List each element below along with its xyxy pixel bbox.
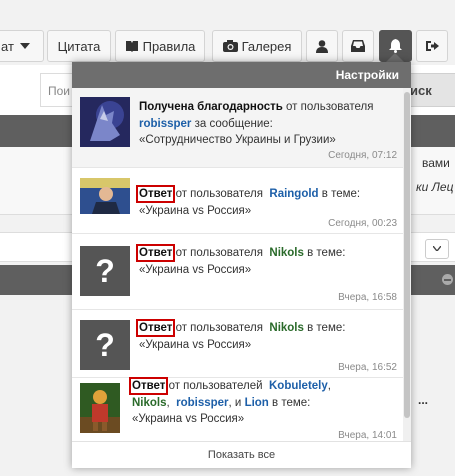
notification-title[interactable]: Получена благодарность bbox=[139, 101, 283, 113]
notification-text: Получена благодарность от пользователя r… bbox=[139, 99, 395, 149]
notification-suffix: в теме: bbox=[307, 322, 346, 334]
separator: , bbox=[166, 396, 170, 409]
collapse-icon[interactable] bbox=[442, 274, 453, 285]
user-link[interactable]: Nikols bbox=[269, 247, 304, 259]
gallery-label: Галерея bbox=[241, 38, 292, 54]
search-placeholder: Пои bbox=[48, 84, 71, 98]
avatar[interactable] bbox=[80, 178, 130, 214]
user-link[interactable]: Raingold bbox=[269, 188, 318, 200]
notification-suffix: за сообщение: bbox=[194, 117, 273, 130]
search-button[interactable]: иск bbox=[405, 73, 455, 107]
topic-link[interactable]: «Украина vs Россия» bbox=[139, 264, 251, 276]
camera-icon bbox=[222, 40, 238, 52]
ellipsis: ... bbox=[418, 393, 429, 407]
scrollbar-thumb[interactable] bbox=[404, 92, 410, 418]
sign-out-icon bbox=[425, 41, 439, 51]
timestamp: Вчера, 14:01 bbox=[338, 430, 397, 441]
gallery-button[interactable]: Галерея bbox=[212, 30, 302, 62]
notification-prefix: от пользователя bbox=[172, 188, 263, 200]
popup-scrollbar[interactable] bbox=[403, 88, 411, 442]
notification-text: Ответ от пользователя Nikols в теме: «Ук… bbox=[135, 244, 395, 278]
notification-item[interactable]: ? Ответ от пользователя Nikols в теме: «… bbox=[72, 310, 403, 378]
notification-title[interactable]: Ответ bbox=[135, 244, 176, 262]
popup-header: Настройки bbox=[72, 62, 411, 88]
user-link[interactable]: robissper bbox=[176, 397, 228, 409]
format-label: ат bbox=[1, 38, 14, 54]
user-link[interactable]: robissper bbox=[139, 118, 191, 130]
game-character-avatar-image bbox=[80, 383, 120, 433]
format-dropdown-button[interactable]: ат bbox=[0, 30, 44, 62]
topic-link[interactable]: «Сотрудничество Украины и Грузии» bbox=[139, 134, 336, 146]
profile-button[interactable] bbox=[306, 30, 338, 62]
timestamp: Вчера, 16:52 bbox=[338, 362, 397, 373]
topic-link[interactable]: «Украина vs Россия» bbox=[132, 413, 244, 425]
wolf-avatar-image bbox=[80, 97, 130, 147]
user-link[interactable]: Nikols bbox=[269, 322, 304, 334]
notification-text: Ответ от пользователя Nikols в теме: «Ук… bbox=[135, 319, 395, 353]
notification-item[interactable]: ? Ответ от пользователя Nikols в теме: «… bbox=[72, 234, 403, 310]
notifications-popup: Настройки Получена благодарность от поль… bbox=[72, 62, 411, 468]
notification-prefix: от пользователя bbox=[172, 322, 263, 334]
topic-link[interactable]: «Украина vs Россия» bbox=[139, 205, 251, 217]
inbox-icon bbox=[351, 40, 365, 52]
avatar[interactable] bbox=[80, 97, 130, 147]
notification-prefix: от пользователя bbox=[282, 101, 374, 113]
side-text-2: ки Лец bbox=[416, 180, 454, 194]
notification-text: Ответ от пользователей Kobuletely, Nikol… bbox=[128, 377, 395, 428]
separator: , bbox=[327, 380, 331, 392]
book-icon bbox=[125, 41, 138, 52]
quote-label: Цитата bbox=[57, 38, 101, 54]
notification-item[interactable]: Получена благодарность от пользователя r… bbox=[72, 88, 403, 168]
chevron-down-icon bbox=[19, 43, 30, 49]
show-all-link[interactable]: Показать все bbox=[208, 449, 275, 461]
popup-caret bbox=[386, 53, 404, 62]
user-photo-avatar-image bbox=[80, 178, 130, 214]
timestamp: Сегодня, 07:12 bbox=[328, 150, 397, 161]
rules-label: Правила bbox=[142, 38, 196, 54]
question-mark-icon: ? bbox=[95, 252, 115, 289]
timestamp: Сегодня, 00:23 bbox=[328, 218, 397, 229]
search-button-label: иск bbox=[410, 83, 432, 98]
separator: , и bbox=[228, 396, 242, 409]
rules-button[interactable]: Правила bbox=[115, 30, 205, 62]
bell-icon bbox=[389, 39, 402, 53]
notification-title[interactable]: Ответ bbox=[128, 377, 169, 395]
notification-title[interactable]: Ответ bbox=[135, 185, 176, 203]
avatar[interactable]: ? bbox=[80, 246, 130, 296]
notification-suffix: в теме: bbox=[272, 396, 311, 409]
topic-link[interactable]: «Украина vs Россия» bbox=[139, 339, 251, 351]
notification-suffix: в теме: bbox=[321, 188, 361, 200]
notification-list[interactable]: Получена благодарность от пользователя r… bbox=[72, 88, 403, 442]
notification-prefix: от пользователей bbox=[165, 380, 263, 392]
side-text-1: вами bbox=[422, 156, 450, 170]
user-link[interactable]: Lion bbox=[245, 397, 269, 409]
user-icon bbox=[316, 39, 328, 53]
inbox-button[interactable] bbox=[342, 30, 374, 62]
question-mark-icon: ? bbox=[95, 326, 115, 363]
notification-item[interactable]: Ответ от пользователей Kobuletely, Nikol… bbox=[72, 377, 403, 442]
logout-button[interactable] bbox=[416, 30, 448, 62]
avatar[interactable] bbox=[80, 383, 120, 433]
notification-text: Ответ от пользователя Raingold в теме: «… bbox=[135, 185, 395, 219]
notification-suffix: в теме: bbox=[307, 247, 346, 259]
avatar[interactable]: ? bbox=[80, 320, 130, 370]
select-dropdown[interactable] bbox=[425, 239, 449, 259]
settings-link[interactable]: Настройки bbox=[336, 68, 399, 82]
popup-footer: Показать все bbox=[72, 441, 411, 468]
notification-item[interactable]: Ответ от пользователя Raingold в теме: «… bbox=[72, 168, 403, 234]
notification-title[interactable]: Ответ bbox=[135, 319, 176, 337]
timestamp: Вчера, 16:58 bbox=[338, 292, 397, 303]
user-link[interactable]: Nikols bbox=[132, 397, 167, 409]
notification-prefix: от пользователя bbox=[172, 247, 263, 259]
chevron-down-icon bbox=[433, 246, 441, 251]
quote-button[interactable]: Цитата bbox=[47, 30, 111, 62]
user-link[interactable]: Kobuletely bbox=[269, 380, 328, 392]
